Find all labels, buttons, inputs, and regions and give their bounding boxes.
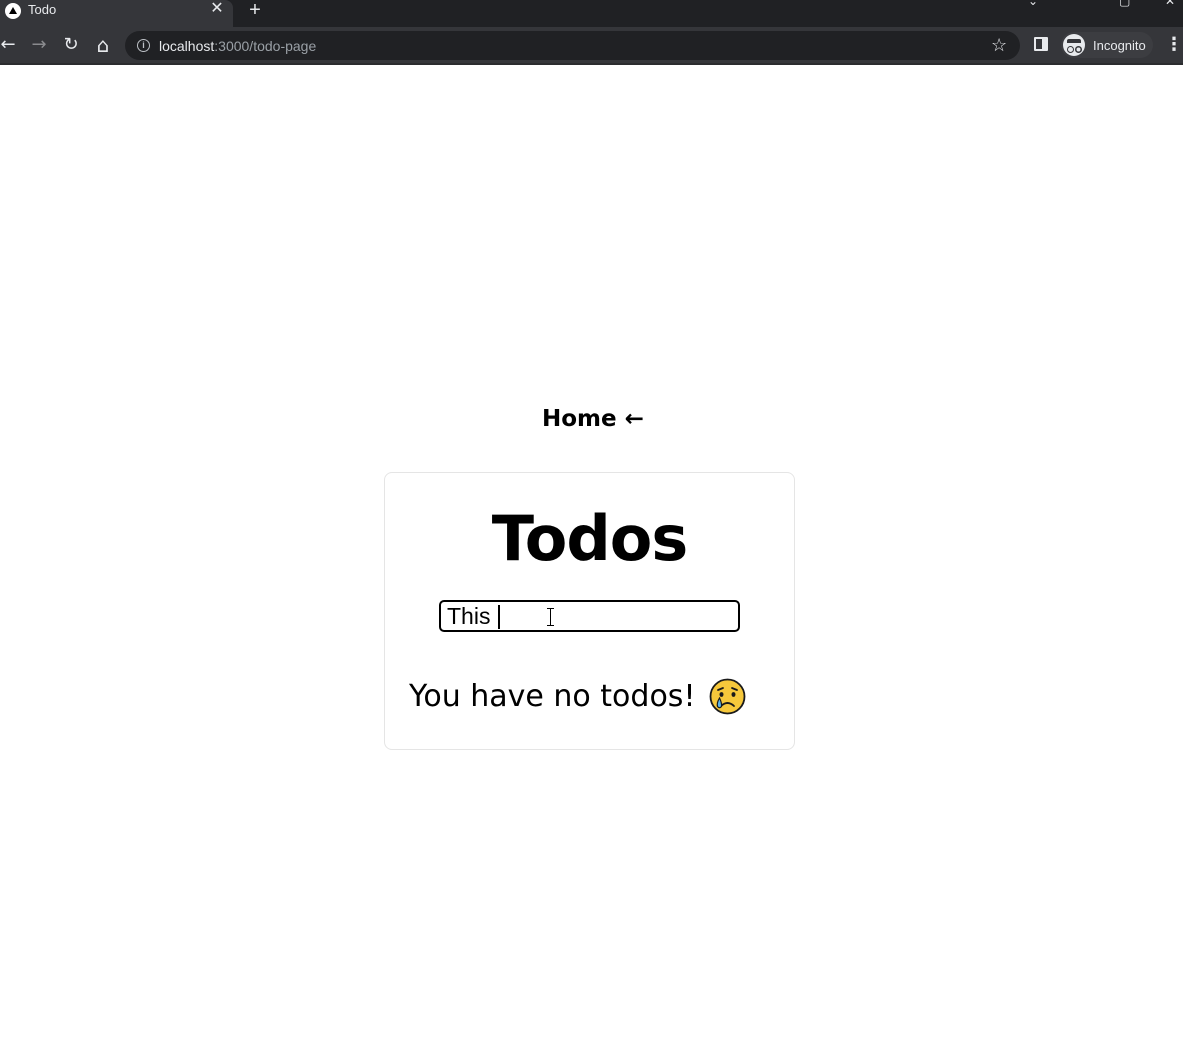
incognito-icon — [1063, 34, 1085, 56]
info-icon[interactable]: i — [137, 39, 150, 52]
toolbar-divider — [0, 63, 1183, 65]
favicon-icon — [5, 3, 21, 19]
address-bar[interactable]: i localhost:3000/todo-page ☆ — [125, 31, 1020, 60]
todo-card: Todos You have no todos! — [384, 472, 795, 750]
empty-message: You have no todos! — [409, 679, 696, 714]
close-icon[interactable]: ✕ — [209, 1, 225, 17]
reload-icon[interactable]: ↻ — [60, 34, 82, 56]
page-title: Todos — [491, 502, 689, 575]
url-text[interactable]: localhost:3000/todo-page — [159, 38, 316, 54]
active-tab[interactable]: Todo ✕ — [0, 0, 233, 27]
new-tab-button[interactable]: + — [245, 0, 265, 20]
profile-button[interactable]: Incognito — [1061, 32, 1153, 58]
kebab-menu-icon[interactable]: ⋮ — [1165, 34, 1183, 56]
tab-title: Todo — [28, 2, 57, 17]
back-arrow-icon[interactable]: ← — [0, 34, 19, 56]
profile-label: Incognito — [1093, 38, 1146, 53]
home-link[interactable]: Home ← — [542, 406, 644, 438]
home-icon[interactable]: ⌂ — [92, 34, 114, 56]
tab-strip: Todo ✕ + ⌄ ▢ ✕ — [0, 0, 1183, 27]
minimize-icon[interactable]: ⌄ — [1028, 0, 1038, 8]
star-icon[interactable]: ☆ — [991, 34, 1007, 56]
browser-toolbar: ← → ↻ ⌂ i localhost:3000/todo-page ☆ Inc… — [0, 27, 1183, 63]
todo-input[interactable] — [439, 600, 740, 632]
side-panel-icon[interactable] — [1034, 37, 1048, 51]
window-close-icon[interactable]: ✕ — [1165, 0, 1175, 8]
crying-face-icon — [709, 678, 746, 715]
maximize-icon[interactable]: ▢ — [1119, 0, 1130, 8]
forward-arrow-icon[interactable]: → — [28, 34, 50, 56]
url-path: :3000/todo-page — [214, 38, 317, 54]
text-cursor-icon — [546, 608, 555, 626]
url-host: localhost — [159, 38, 215, 54]
text-caret — [498, 605, 500, 629]
empty-state: You have no todos! — [409, 678, 779, 718]
